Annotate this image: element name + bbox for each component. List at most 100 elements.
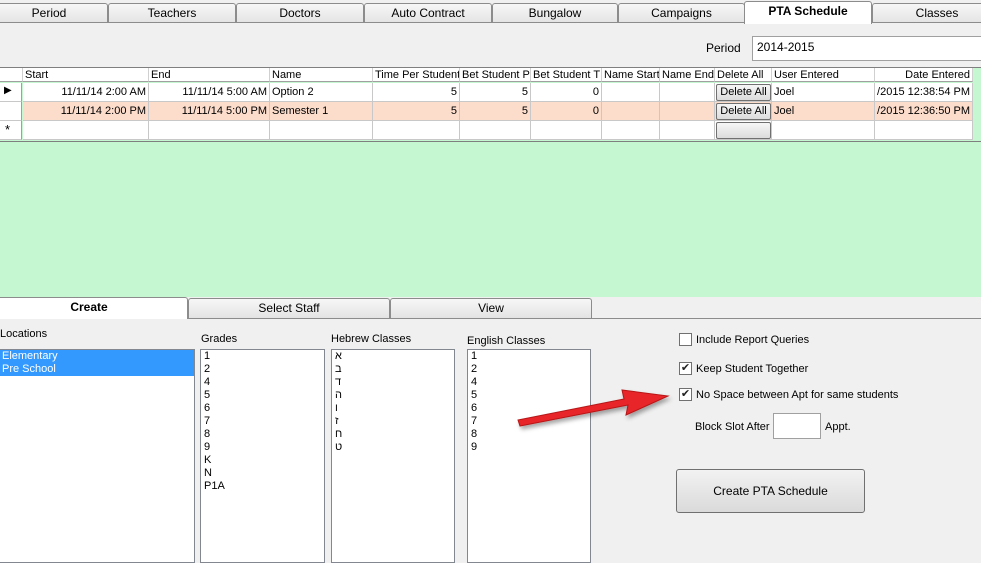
list-item[interactable]: 5 xyxy=(468,389,590,402)
list-item[interactable]: 1 xyxy=(201,350,324,363)
row-header-new[interactable]: * xyxy=(0,121,22,140)
delete-all-button[interactable]: Delete All xyxy=(716,84,771,101)
list-item[interactable]: 4 xyxy=(468,376,590,389)
list-item[interactable]: 7 xyxy=(201,415,324,428)
cell-bet-student-t[interactable]: 0 xyxy=(531,102,602,121)
cell-bet-student-t[interactable] xyxy=(531,121,602,140)
cell-date-entered[interactable] xyxy=(875,121,973,140)
tab-campaigns[interactable]: Campaigns xyxy=(618,3,745,23)
cell-time-per-student[interactable]: 5 xyxy=(373,102,460,121)
cell-name[interactable] xyxy=(270,121,373,140)
col-header-user-entered[interactable]: User Entered xyxy=(772,68,875,82)
list-item[interactable]: 5 xyxy=(201,389,324,402)
col-header-bet-student-t[interactable]: Bet Student T xyxy=(531,68,602,82)
create-pta-schedule-button[interactable]: Create PTA Schedule xyxy=(676,469,865,513)
list-item[interactable]: ב xyxy=(332,363,454,376)
cell-user-entered[interactable]: Joel xyxy=(772,102,875,121)
cell-name-start[interactable] xyxy=(602,121,660,140)
cell-name-start[interactable] xyxy=(602,83,660,102)
list-item[interactable]: K xyxy=(201,454,324,467)
list-item[interactable]: 2 xyxy=(201,363,324,376)
col-header-name[interactable]: Name xyxy=(270,68,373,82)
cell-end[interactable]: 11/11/14 5:00 AM xyxy=(149,83,270,102)
period-field[interactable]: 2014-2015 xyxy=(752,36,981,61)
cell-time-per-student[interactable] xyxy=(373,121,460,140)
hebrew-classes-list[interactable]: א ב ד ה ו ז ח ט xyxy=(331,349,455,563)
tab-period[interactable]: Period xyxy=(0,3,108,23)
list-item[interactable]: א xyxy=(332,350,454,363)
cell-bet-student-p[interactable]: 5 xyxy=(460,83,531,102)
cell-name-end[interactable] xyxy=(660,121,715,140)
block-slot-input[interactable] xyxy=(773,413,821,439)
no-space-between-label[interactable]: No Space between Apt for same students xyxy=(696,389,898,401)
col-header-bet-student-p[interactable]: Bet Student P xyxy=(460,68,531,82)
col-header-end[interactable]: End xyxy=(149,68,270,82)
tab-view[interactable]: View xyxy=(390,298,592,318)
list-item[interactable]: ה xyxy=(332,389,454,402)
cell-start[interactable]: 11/11/14 2:00 PM xyxy=(23,102,149,121)
include-report-queries-label[interactable]: Include Report Queries xyxy=(696,334,809,346)
list-item[interactable]: ט xyxy=(332,441,454,454)
cell-bet-student-p[interactable]: 5 xyxy=(460,102,531,121)
cell-bet-student-p[interactable] xyxy=(460,121,531,140)
col-header-time-per-student[interactable]: Time Per Student xyxy=(373,68,460,82)
list-item[interactable]: 8 xyxy=(201,428,324,441)
cell-name-end[interactable] xyxy=(660,83,715,102)
grades-list[interactable]: 1 2 4 5 6 7 8 9 K N P1A xyxy=(200,349,325,563)
tab-create[interactable]: Create xyxy=(0,297,188,319)
include-report-queries-checkbox[interactable] xyxy=(679,333,692,346)
cell-user-entered[interactable] xyxy=(772,121,875,140)
list-item[interactable]: N xyxy=(201,467,324,480)
locations-list[interactable]: Elementary Pre School xyxy=(0,349,195,563)
list-item[interactable]: ד xyxy=(332,376,454,389)
cell-start[interactable] xyxy=(23,121,149,140)
tab-doctors[interactable]: Doctors xyxy=(236,3,364,23)
col-header-delete-all[interactable]: Delete All xyxy=(715,68,772,82)
keep-student-together-checkbox[interactable]: ✔ xyxy=(679,362,692,375)
cell-end[interactable] xyxy=(149,121,270,140)
no-space-between-checkbox[interactable]: ✔ xyxy=(679,388,692,401)
english-classes-list[interactable]: 1 2 4 5 6 7 8 9 xyxy=(467,349,591,563)
cell-name-end[interactable] xyxy=(660,102,715,121)
tab-select-staff[interactable]: Select Staff xyxy=(188,298,390,318)
cell-end[interactable]: 11/11/14 5:00 PM xyxy=(149,102,270,121)
tab-pta-schedule[interactable]: PTA Schedule xyxy=(744,1,872,24)
delete-all-button[interactable]: Delete All xyxy=(716,103,771,120)
cell-user-entered[interactable]: Joel xyxy=(772,83,875,102)
list-item[interactable]: ז xyxy=(332,415,454,428)
list-item[interactable]: ו xyxy=(332,402,454,415)
col-header-start[interactable]: Start xyxy=(23,68,149,82)
delete-all-button-empty[interactable] xyxy=(716,122,771,139)
cell-time-per-student[interactable]: 5 xyxy=(373,83,460,102)
row-header-current[interactable]: ▶ xyxy=(0,83,22,102)
grid-corner-header[interactable] xyxy=(0,68,23,82)
col-header-name-end[interactable]: Name End xyxy=(660,68,715,82)
cell-name[interactable]: Semester 1 xyxy=(270,102,373,121)
list-item[interactable]: 9 xyxy=(468,441,590,454)
col-header-name-start[interactable]: Name Start xyxy=(602,68,660,82)
list-item[interactable]: 9 xyxy=(201,441,324,454)
col-header-date-entered[interactable]: Date Entered xyxy=(875,68,973,82)
cell-start[interactable]: 11/11/14 2:00 AM xyxy=(23,83,149,102)
list-item[interactable]: 6 xyxy=(201,402,324,415)
list-item[interactable]: 1 xyxy=(468,350,590,363)
tab-teachers[interactable]: Teachers xyxy=(108,3,236,23)
row-header[interactable] xyxy=(0,102,22,121)
list-item[interactable]: ח xyxy=(332,428,454,441)
list-item[interactable]: 8 xyxy=(468,428,590,441)
cell-bet-student-t[interactable]: 0 xyxy=(531,83,602,102)
list-item[interactable]: 7 xyxy=(468,415,590,428)
cell-date-entered[interactable]: /2015 12:36:50 PM xyxy=(875,102,973,121)
list-item[interactable]: P1A xyxy=(201,480,324,493)
tab-auto-contract[interactable]: Auto Contract xyxy=(364,3,492,23)
tab-bungalow[interactable]: Bungalow xyxy=(492,3,618,23)
list-item[interactable]: 2 xyxy=(468,363,590,376)
list-item[interactable]: 6 xyxy=(468,402,590,415)
cell-name[interactable]: Option 2 xyxy=(270,83,373,102)
keep-student-together-label[interactable]: Keep Student Together xyxy=(696,363,808,375)
cell-name-start[interactable] xyxy=(602,102,660,121)
list-item[interactable]: Pre School xyxy=(0,363,194,376)
tab-classes[interactable]: Classes xyxy=(872,3,981,23)
cell-date-entered[interactable]: /2015 12:38:54 PM xyxy=(875,83,973,102)
list-item[interactable]: 4 xyxy=(201,376,324,389)
